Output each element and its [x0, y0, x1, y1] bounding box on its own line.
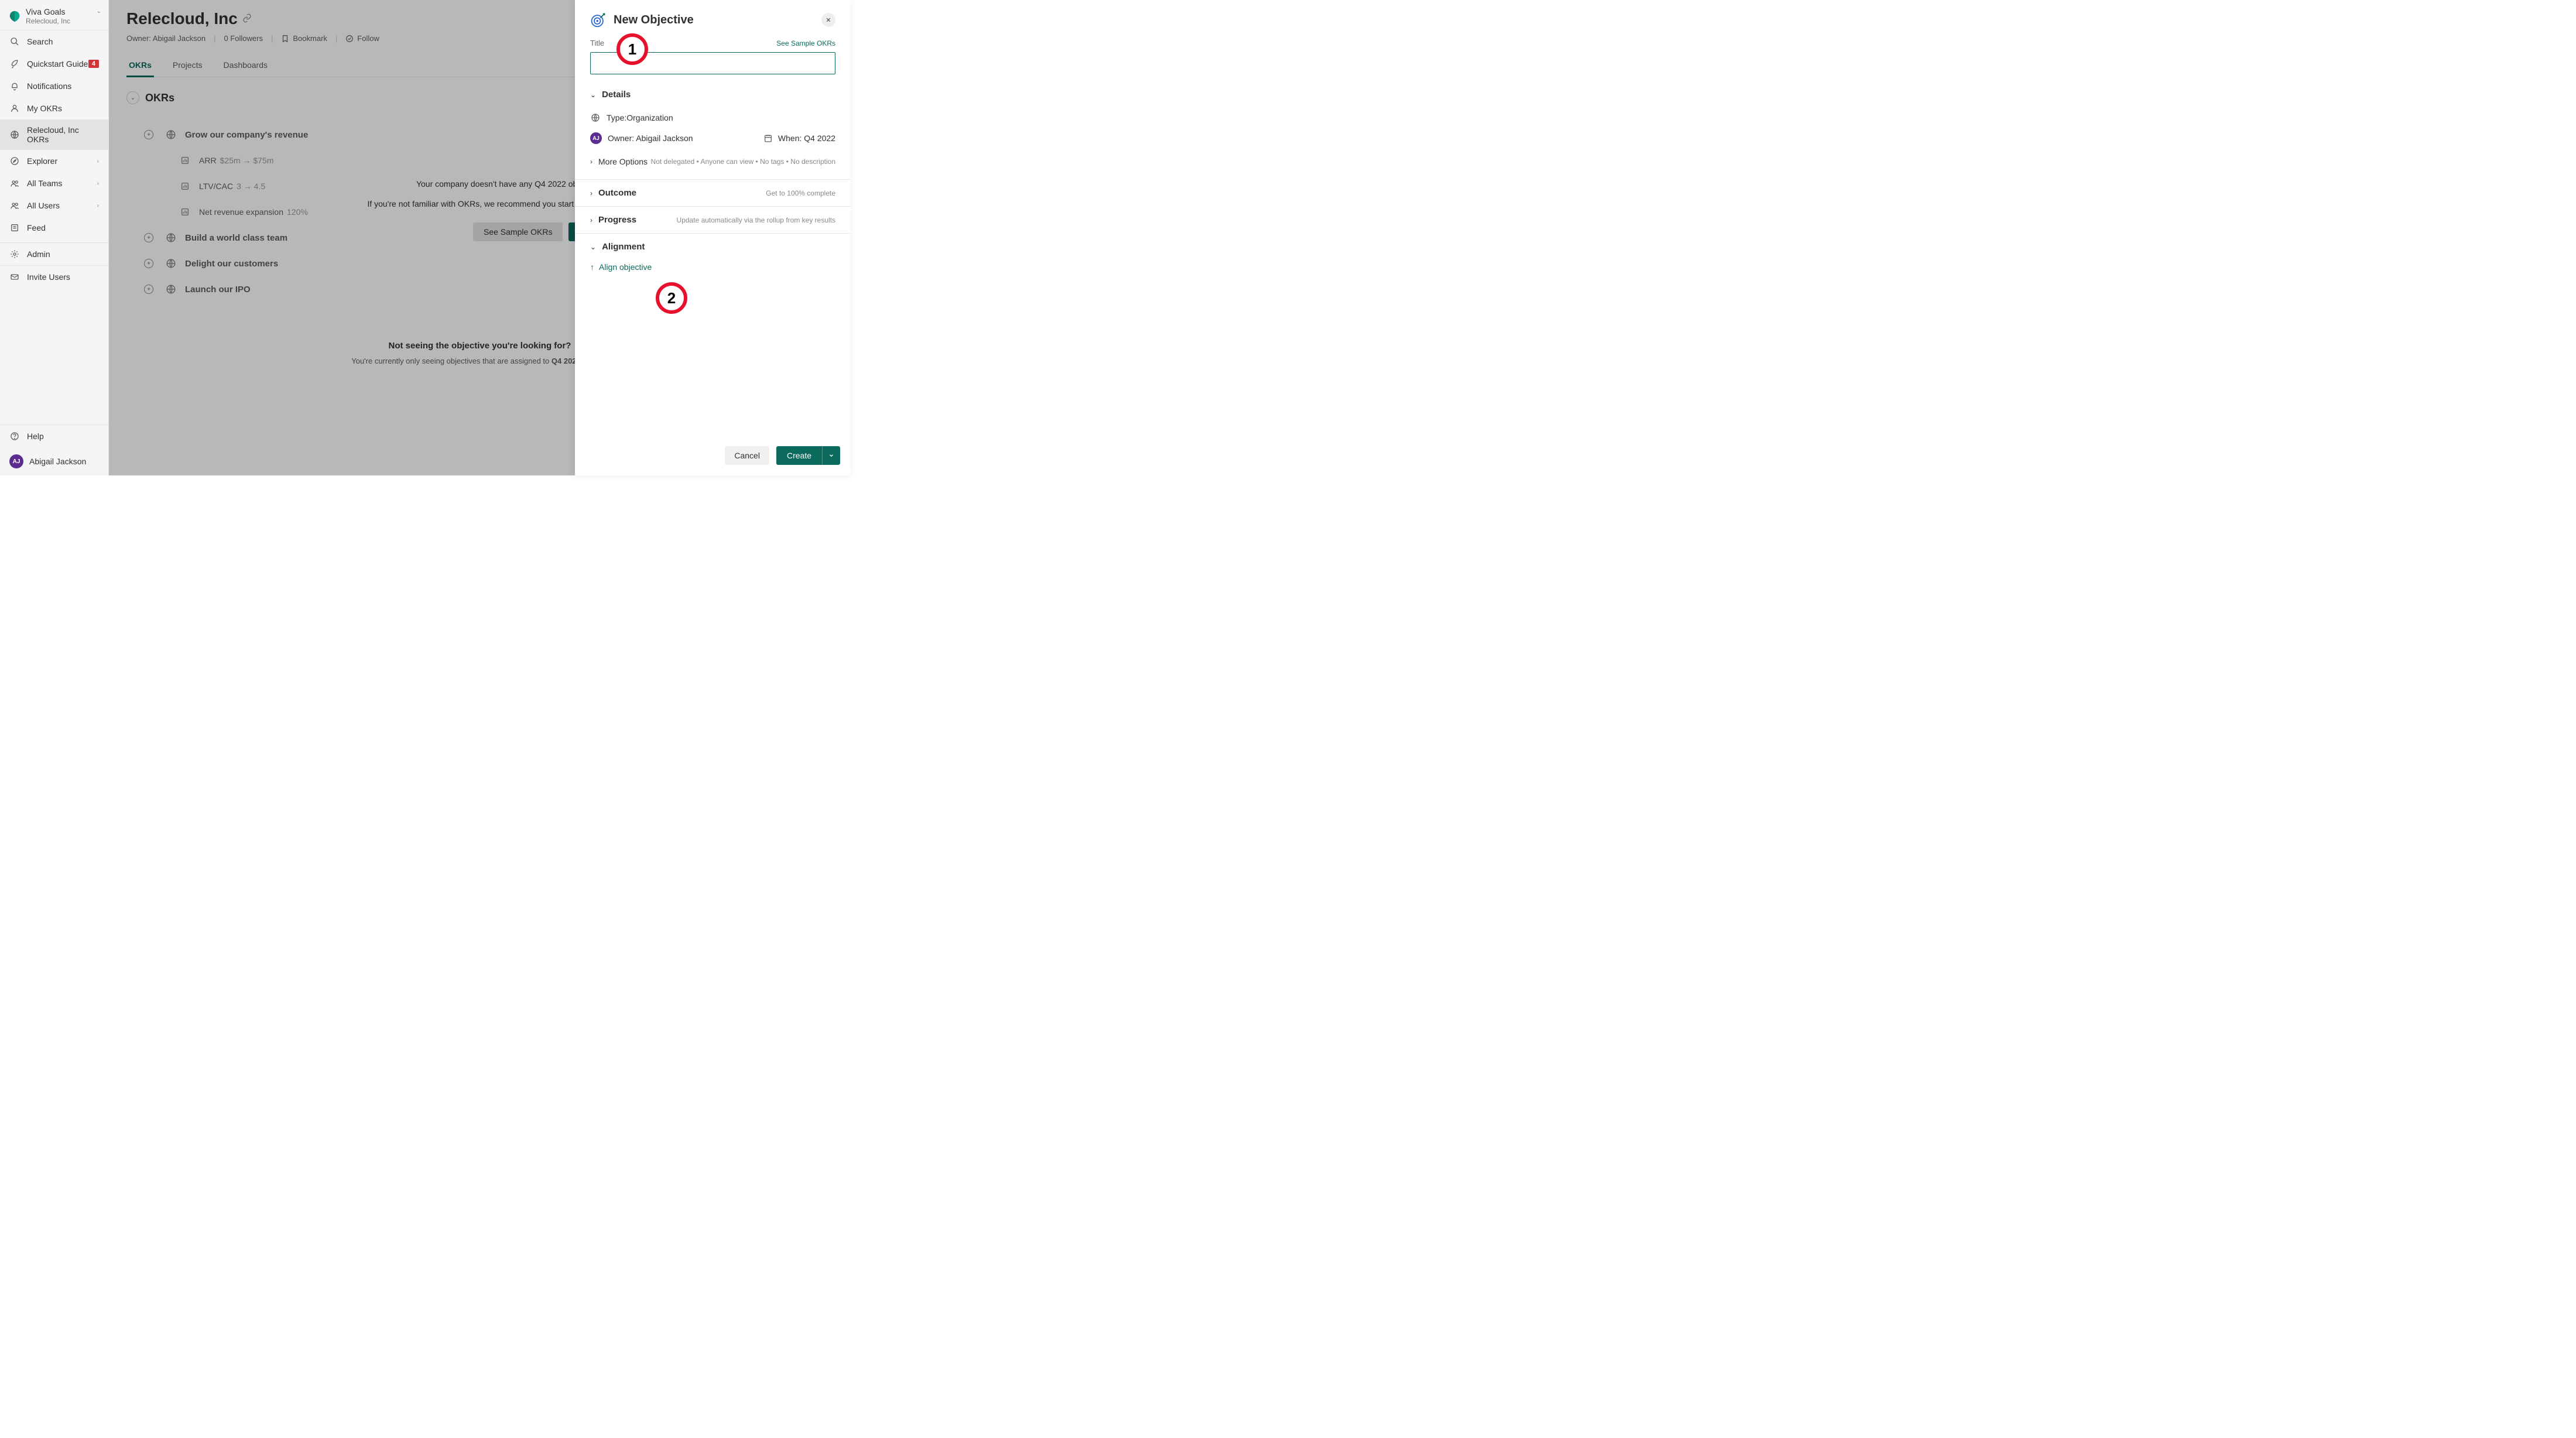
sidebar-item-invite[interactable]: Invite Users [0, 266, 108, 288]
create-dropdown-button[interactable] [822, 446, 840, 465]
panel-title: New Objective [614, 13, 814, 27]
sidebar-user[interactable]: AJ Abigail Jackson [0, 447, 108, 475]
search-label: Search [27, 37, 99, 46]
more-hint: Not delegated • Anyone can view • No tag… [651, 158, 835, 166]
chevron-down-icon [828, 453, 834, 458]
title-label: Title [590, 39, 604, 47]
user-name: Abigail Jackson [29, 457, 86, 466]
chevron-down-icon: ⌄ [590, 243, 596, 251]
bell-icon [9, 81, 20, 91]
sidebar-item-quickstart[interactable]: Quickstart Guide 4 [0, 53, 108, 75]
sidebar-item-help[interactable]: Help [0, 425, 108, 447]
objective-title-input[interactable] [590, 52, 835, 74]
sidebar: Viva Goals Relecloud, Inc ⌄ Search Quick… [0, 0, 109, 475]
gear-icon [9, 249, 20, 259]
quickstart-label: Quickstart Guide [27, 59, 88, 69]
sidebar-item-my-okrs[interactable]: My OKRs [0, 97, 108, 119]
quickstart-badge: 4 [88, 60, 99, 68]
invite-label: Invite Users [27, 272, 99, 282]
mail-icon [9, 272, 20, 282]
brand-name: Viva Goals [26, 7, 70, 17]
chevron-right-icon: › [97, 180, 99, 187]
help-icon [9, 431, 20, 441]
globe-icon [590, 112, 601, 123]
users-icon [9, 200, 20, 211]
user-icon [9, 103, 20, 114]
org-okrs-label: Relecloud, Inc OKRs [27, 125, 99, 144]
align-objective-link[interactable]: ↑ Align objective [590, 260, 835, 272]
feed-icon [9, 222, 20, 233]
chevron-right-icon: › [590, 158, 592, 166]
my-okrs-label: My OKRs [27, 104, 99, 113]
brand-org: Relecloud, Inc [26, 17, 70, 25]
all-teams-label: All Teams [27, 179, 97, 188]
sidebar-item-admin[interactable]: Admin [0, 243, 108, 265]
owner-row[interactable]: AJ Owner: Abigail Jackson [590, 128, 744, 149]
viva-logo-icon [8, 10, 21, 23]
alignment-section-head[interactable]: ⌄ Alignment [590, 242, 835, 252]
create-button[interactable]: Create [776, 446, 822, 465]
search-nav[interactable]: Search [0, 30, 108, 53]
sidebar-item-all-users[interactable]: All Users › [0, 194, 108, 217]
progress-section-head[interactable]: › Progress [590, 215, 636, 225]
new-objective-panel: New Objective ✕ Title See Sample OKRs ⌄ … [575, 0, 851, 475]
sidebar-item-org-okrs[interactable]: Relecloud, Inc OKRs [0, 119, 108, 150]
chevron-right-icon: › [97, 203, 99, 209]
owner-avatar: AJ [590, 132, 602, 144]
feed-label: Feed [27, 223, 99, 232]
sidebar-item-notifications[interactable]: Notifications [0, 75, 108, 97]
chevron-right-icon: › [590, 216, 592, 224]
chevron-right-icon: › [97, 158, 99, 165]
user-avatar: AJ [9, 454, 23, 468]
target-icon [590, 12, 607, 28]
search-icon [9, 36, 20, 47]
type-row[interactable]: Type:Organization [590, 108, 835, 128]
progress-hint: Update automatically via the rollup from… [677, 216, 835, 224]
compass-icon [9, 156, 20, 166]
cancel-button[interactable]: Cancel [725, 446, 769, 465]
details-section-head[interactable]: ⌄ Details [590, 90, 835, 100]
sidebar-item-all-teams[interactable]: All Teams › [0, 172, 108, 194]
arrow-up-icon: ↑ [590, 262, 594, 272]
teams-icon [9, 178, 20, 189]
notifications-label: Notifications [27, 81, 99, 91]
create-split-button: Create [776, 446, 840, 465]
brand-chevron-icon: ⌄ [97, 8, 101, 15]
sidebar-item-explorer[interactable]: Explorer › [0, 150, 108, 172]
admin-label: Admin [27, 249, 99, 259]
close-button[interactable]: ✕ [821, 13, 835, 27]
calendar-icon [763, 133, 773, 143]
chevron-right-icon: › [590, 189, 592, 197]
outcome-section-head[interactable]: › Outcome [590, 188, 636, 198]
explorer-label: Explorer [27, 156, 97, 166]
rocket-icon [9, 59, 20, 69]
help-label: Help [27, 432, 99, 441]
more-options-row[interactable]: › More Options [590, 152, 648, 171]
all-users-label: All Users [27, 201, 97, 210]
chevron-down-icon: ⌄ [590, 91, 596, 99]
sidebar-item-feed[interactable]: Feed [0, 217, 108, 239]
see-sample-okrs-link[interactable]: See Sample OKRs [776, 39, 835, 47]
brand-switcher[interactable]: Viva Goals Relecloud, Inc ⌄ [0, 0, 108, 30]
when-row[interactable]: When: Q4 2022 [763, 128, 835, 148]
outcome-hint: Get to 100% complete [766, 189, 835, 197]
globe-icon [9, 129, 20, 140]
